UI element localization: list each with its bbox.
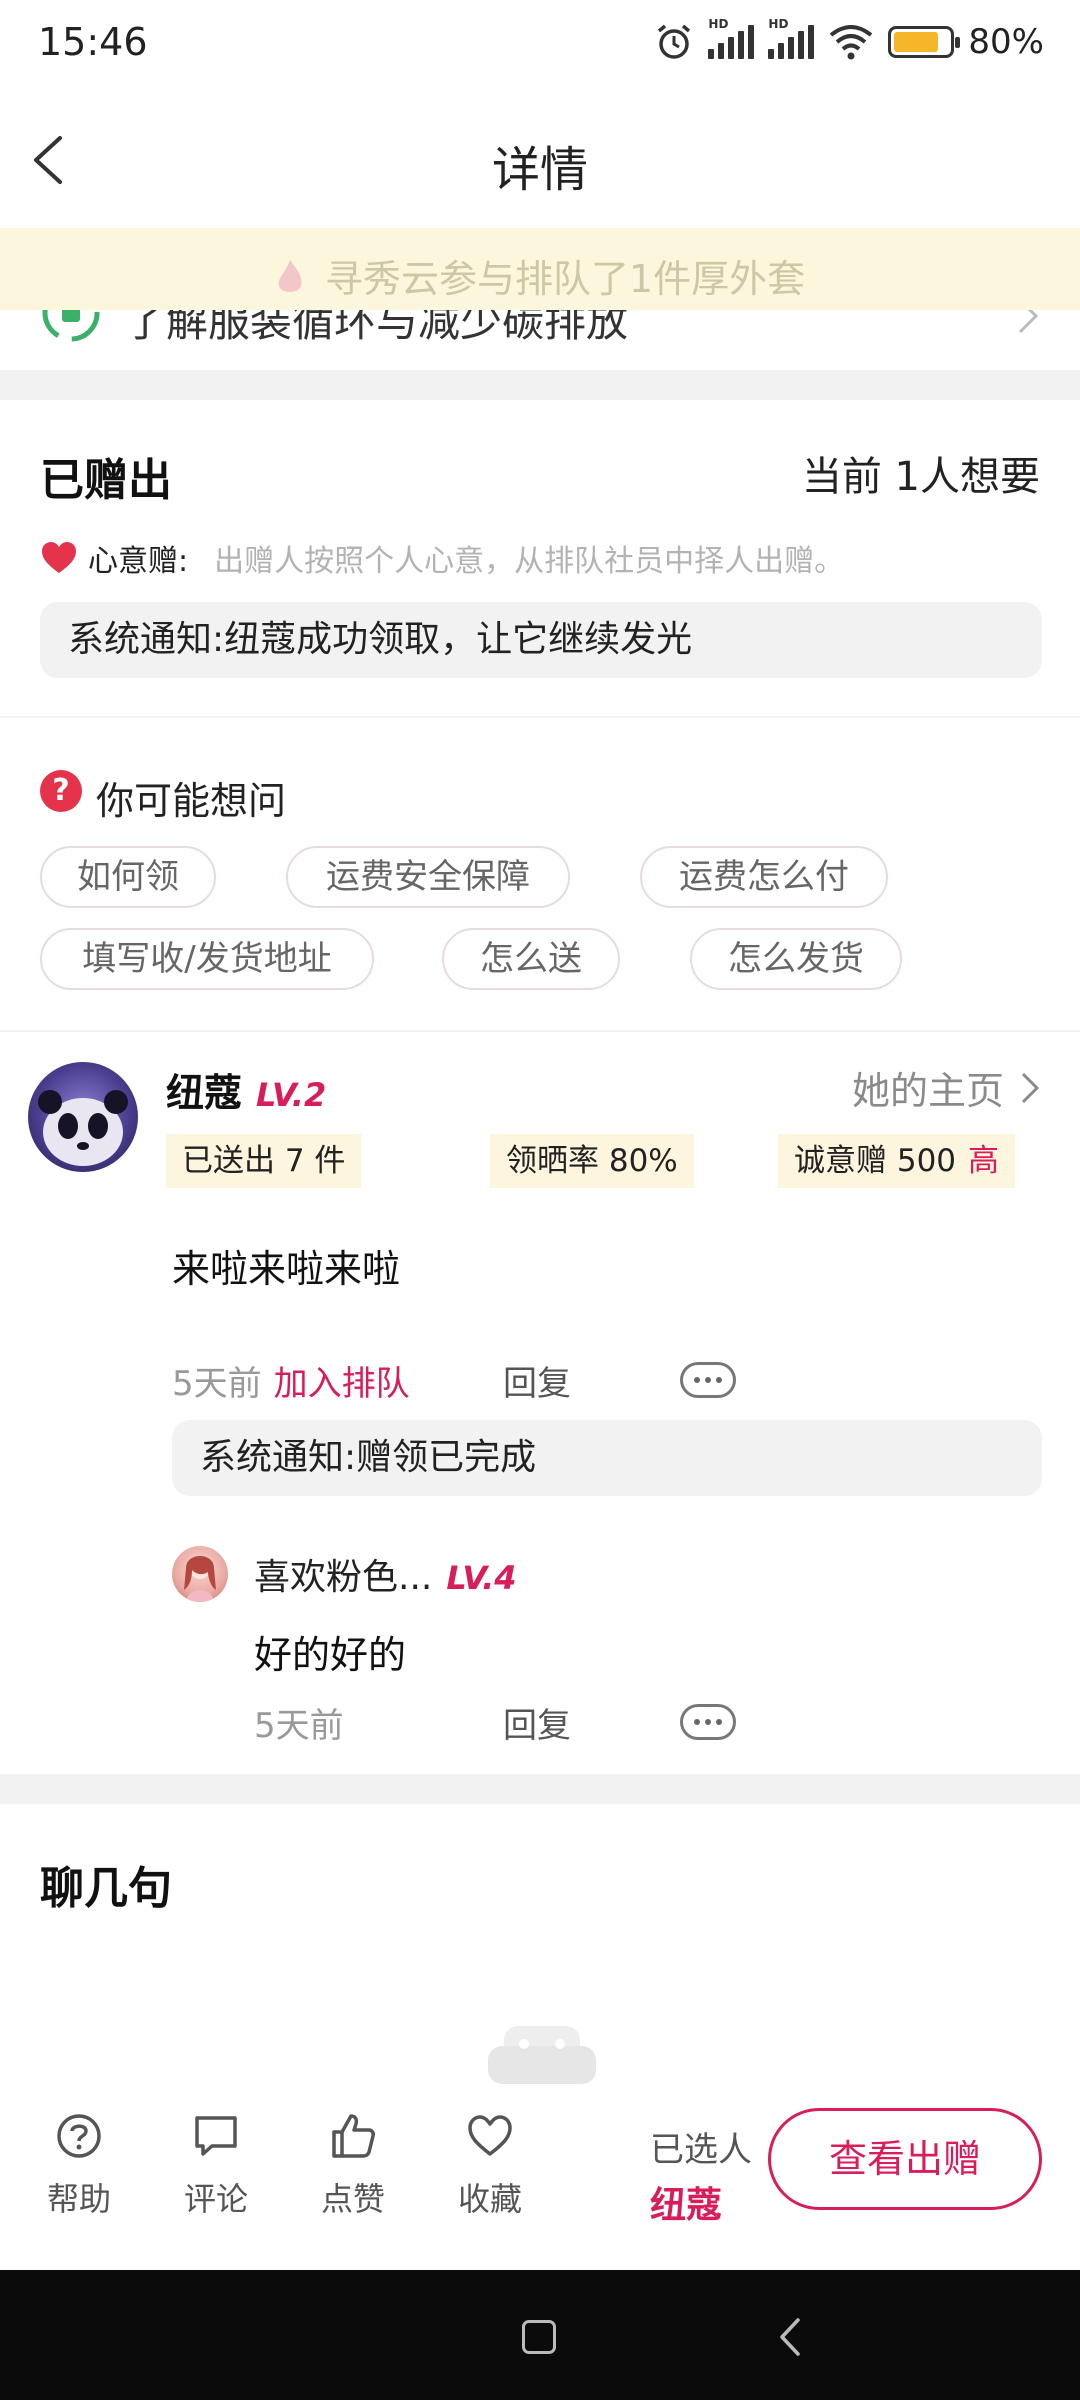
stat-sun-rate: 领晒率 80% <box>490 1134 694 1188</box>
stat-sincerity: 诚意赠 500 高 <box>778 1134 1016 1188</box>
system-nav-bar <box>0 2270 1080 2400</box>
comment-time: 5天前 <box>172 1364 262 1404</box>
heart-icon <box>42 542 76 573</box>
gift-mode-label: 心意赠: <box>88 544 189 579</box>
tab-label: 帮助 <box>46 2180 111 2218</box>
gift-mode-description: 出赠人按照个人心意，从排队社员中择人出赠。 <box>214 544 845 579</box>
heart-icon <box>468 2115 512 2156</box>
battery-level: 80% <box>968 22 1044 62</box>
flame-icon <box>278 260 302 292</box>
status-icons: HD HD 80% <box>654 17 1044 62</box>
comment-meta: 5天前 加入排队 <box>172 1356 410 1405</box>
faq-title: 你可能想问 <box>96 779 287 823</box>
username: 纽蔻 <box>166 1071 243 1115</box>
tab-comment[interactable]: 评论 <box>161 2112 271 2220</box>
battery-icon <box>888 26 961 58</box>
faq-chip[interactable]: 怎么送 <box>442 928 620 990</box>
more-options-icon[interactable] <box>680 1704 736 1740</box>
faq-chip[interactable]: 如何领 <box>40 846 216 908</box>
eco-banner[interactable]: 了解服装循环与减少碳排放 <box>0 310 1080 370</box>
reply-time: 5天前 <box>254 1706 344 1746</box>
tab-help[interactable]: 帮助 <box>24 2112 134 2220</box>
selected-person-label: 已选人 <box>650 2130 752 2170</box>
want-count: 当前 1人想要 <box>801 454 1040 500</box>
reply-button[interactable]: 回复 <box>503 1698 571 1747</box>
profile-link-label: 她的主页 <box>851 1069 1004 1113</box>
given-section: 已赠出 当前 1人想要 心意赠: 出赠人按照个人心意，从排队社员中择人出赠。 系… <box>0 400 1080 716</box>
reply-author[interactable]: 喜欢粉色... LV.4 <box>254 1548 517 1600</box>
hd-signal-icon: HD <box>708 17 755 59</box>
gift-mode: 心意赠: 出赠人按照个人心意，从排队社员中择人出赠。 <box>40 536 844 580</box>
profile-link[interactable]: 她的主页 <box>852 1060 1040 1115</box>
chevron-right-icon <box>1018 310 1039 334</box>
stat-sent: 已送出 7 件 <box>166 1134 362 1188</box>
recycle-icon <box>42 310 100 342</box>
level-badge: LV.4 <box>446 1559 517 1597</box>
panda-avatar-image <box>38 1090 128 1166</box>
more-options-icon[interactable] <box>680 1362 736 1398</box>
faq-section: ? 你可能想问 如何领 运费安全保障 运费怎么付 填写收/发货地址 怎么送 怎么… <box>0 718 1080 1030</box>
sofa-icon <box>488 2026 596 2084</box>
header: 详情 <box>0 90 1080 230</box>
section-title: 已赠出 <box>40 455 172 506</box>
view-gift-button[interactable]: 查看出赠 <box>768 2108 1042 2210</box>
tab-like[interactable]: 点赞 <box>298 2112 408 2220</box>
system-notice: 系统通知:赠领已完成 <box>172 1420 1042 1496</box>
tab-label: 点赞 <box>320 2180 385 2218</box>
faq-chip[interactable]: 怎么发货 <box>690 928 902 990</box>
sincerity-label: 诚意赠 500 <box>794 1143 957 1179</box>
reply-button[interactable]: 回复 <box>503 1356 571 1405</box>
join-queue-label: 加入排队 <box>273 1364 410 1404</box>
avatar[interactable] <box>172 1546 228 1602</box>
system-notice: 系统通知:纽蔻成功领取，让它继续发光 <box>40 602 1042 678</box>
status-bar: 15:46 HD HD 80% <box>0 0 1080 90</box>
tab-label: 收藏 <box>457 2180 522 2218</box>
selected-person-name: 纽蔻 <box>650 2185 723 2226</box>
sincerity-level: 高 <box>968 1143 1000 1179</box>
comment-icon <box>195 2116 237 2156</box>
question-icon: ? <box>40 770 82 812</box>
page-title: 详情 <box>491 142 588 198</box>
status-time: 15:46 <box>38 20 148 64</box>
comment-text: 来啦来啦来啦 <box>172 1247 401 1291</box>
faq-chip[interactable]: 运费安全保障 <box>286 846 570 908</box>
reply-meta: 5天前 <box>254 1698 344 1747</box>
ticker-text: 寻秀云参与排队了1件厚外套 <box>324 257 806 301</box>
username: 喜欢粉色... <box>254 1557 433 1598</box>
level-badge: LV.2 <box>256 1076 327 1114</box>
faq-chip[interactable]: 运费怎么付 <box>640 846 888 908</box>
girl-avatar-image <box>184 1556 216 1602</box>
hd-signal-icon: HD <box>768 17 815 59</box>
tab-label: 评论 <box>183 2180 248 2218</box>
avatar[interactable] <box>28 1062 138 1172</box>
recipient-name[interactable]: 纽蔻 LV.2 <box>166 1062 326 1117</box>
tab-favorite[interactable]: 收藏 <box>435 2112 545 2220</box>
bottom-action-bar: 帮助 评论 点赞 收藏 已选人 纽蔻 查看出赠 <box>0 2084 1080 2270</box>
eco-banner-text: 了解服装循环与减少碳排放 <box>124 310 629 346</box>
section-title: 聊几句 <box>40 1863 172 1914</box>
chat-section: 聊几句 <box>0 1804 1080 2084</box>
chevron-right-icon <box>1021 1072 1040 1103</box>
back-triangle-icon[interactable] <box>778 2316 802 2358</box>
recipient-section: 纽蔻 LV.2 她的主页 已送出 7 件 领晒率 80% 诚意赠 500 高 来啦来… <box>0 1032 1080 1774</box>
reply-text: 好的好的 <box>254 1633 407 1677</box>
home-square-icon[interactable] <box>522 2320 556 2354</box>
alarm-icon <box>658 24 691 59</box>
faq-chip[interactable]: 填写收/发货地址 <box>40 928 374 990</box>
help-icon <box>57 2114 101 2158</box>
thumbs-up-icon <box>332 2114 375 2158</box>
wifi-icon <box>830 25 873 60</box>
activity-ticker: 寻秀云参与排队了1件厚外套 <box>0 228 1080 310</box>
